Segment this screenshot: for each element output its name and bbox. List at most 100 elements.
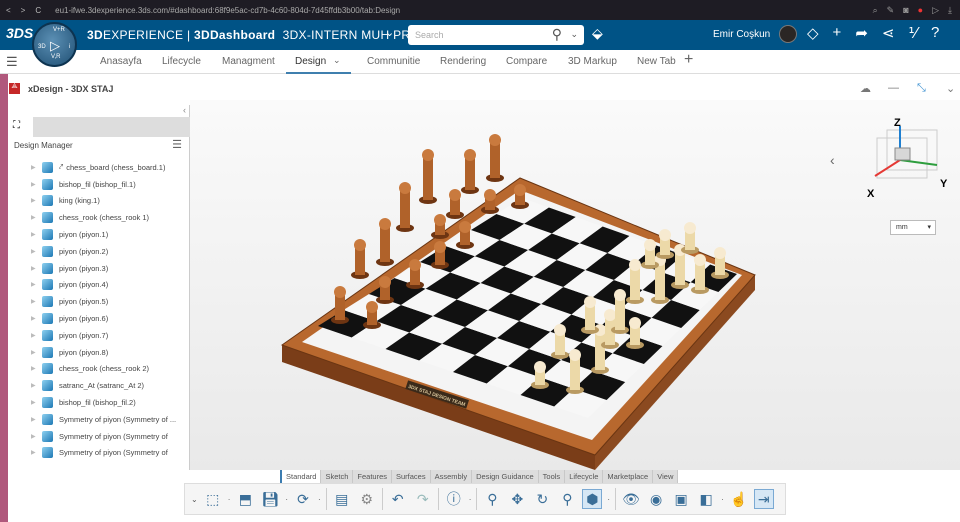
tab-communitie[interactable]: Communitie (367, 56, 420, 67)
forward-icon[interactable]: > (21, 6, 26, 15)
tree-tab-icon[interactable]: ⛶ (8, 117, 33, 137)
help-icon[interactable]: ⓘ (444, 489, 464, 509)
command-tab[interactable]: Assembly (430, 470, 473, 483)
open-icon[interactable]: ⬒ (235, 489, 255, 509)
tab-design[interactable]: Design (286, 56, 351, 74)
notification-icon[interactable]: ◇ (807, 24, 819, 42)
search-input[interactable]: Search ⚲ ⌄ (408, 25, 584, 45)
expand-icon[interactable]: ▶ (31, 399, 42, 406)
expand-icon[interactable]: ▶ (31, 281, 42, 288)
visibility-icon[interactable]: 👁︎ (621, 489, 641, 509)
zoom-icon[interactable]: ⚲ (557, 489, 577, 509)
display-settings-icon[interactable]: ▣ (671, 489, 691, 509)
expand-icon[interactable]: ▶ (31, 265, 42, 272)
collapse-panel-icon[interactable]: ‹ (183, 105, 186, 115)
tree-item[interactable]: ▶ piyon (piyon.5) (8, 293, 190, 310)
settings-icon[interactable]: ⚙ (357, 489, 377, 509)
tree-item[interactable]: ▶ ⤤ chess_board (chess_board.1) (8, 159, 190, 176)
zoom-icon[interactable]: ⌕ (873, 5, 878, 16)
tab-new-tab[interactable]: New Tab (637, 56, 676, 67)
expand-icon[interactable]: ▶ (31, 298, 42, 305)
command-tab[interactable]: View (653, 470, 679, 483)
search-icon[interactable]: ⚲ (552, 26, 562, 43)
expand-icon[interactable]: ▶ (31, 197, 42, 204)
tree-item[interactable]: ▶ piyon (piyon.7) (8, 327, 190, 344)
tag-icon[interactable]: ⬙ (592, 25, 603, 42)
command-tab[interactable]: Marketplace (603, 470, 654, 483)
menu-icon[interactable]: ☰ (6, 54, 18, 70)
command-tab[interactable]: Tools (538, 470, 566, 483)
pan-icon[interactable]: ✥ (507, 489, 527, 509)
select-icon[interactable]: ☝ (729, 489, 749, 509)
units-select[interactable]: mm ▾ (890, 220, 936, 235)
view-cube-icon[interactable]: ⬢ (582, 489, 603, 509)
tab-anasayfa[interactable]: Anasayfa (100, 56, 142, 67)
tree-item[interactable]: ▶ piyon (piyon.8) (8, 344, 190, 361)
expand-icon[interactable]: ▶ (31, 181, 42, 188)
back-icon[interactable]: < (6, 6, 11, 15)
tree-item[interactable]: ▶ chess_rook (chess_rook 2) (8, 361, 190, 378)
expand-icon[interactable]: ▶ (31, 449, 42, 456)
tree-item[interactable]: ▶ piyon (piyon.3) (8, 260, 190, 277)
render-settings-icon[interactable]: ◉ (646, 489, 666, 509)
expand-icon[interactable]: ▶ (31, 214, 42, 221)
section-view-icon[interactable]: ◧ (696, 489, 716, 509)
command-tab[interactable]: Design Guidance (472, 470, 539, 483)
expand-icon[interactable]: ▶ (31, 332, 42, 339)
exit-view-icon[interactable]: ⇥ (753, 489, 774, 509)
tree-item[interactable]: ▶ satranc_At (satranc_At 2) (8, 377, 190, 394)
chevron-down-icon[interactable]: ⌄ (333, 55, 341, 66)
compass-apps-icon[interactable]: ⅟ (908, 24, 917, 42)
expand-icon[interactable]: ▶ (31, 416, 42, 423)
tree-item[interactable]: ▶ piyon (piyon.4) (8, 277, 190, 294)
chevron-down-icon[interactable]: ⌄ (570, 29, 578, 40)
command-tab[interactable]: Sketch (321, 470, 354, 483)
add-icon[interactable]: + (833, 24, 842, 42)
expand-icon[interactable]: ▶ (31, 349, 42, 356)
shield-icon[interactable]: ● (918, 5, 923, 16)
properties-icon[interactable]: ▤ (332, 489, 352, 509)
collapse-icon[interactable]: ⤡ (917, 82, 926, 95)
expand-icon[interactable]: ▶ (31, 382, 42, 389)
tree-item[interactable]: ▶ chess_rook (chess_rook 1) (8, 209, 190, 226)
command-tab[interactable]: Standard (280, 470, 322, 483)
expand-icon[interactable]: ▶ (31, 248, 42, 255)
tab-lifecycle[interactable]: Lifecycle (162, 56, 201, 67)
edit-icon[interactable]: ✎ (887, 5, 895, 16)
tree-item[interactable]: ▶ bishop_fil (bishop_fil.2) (8, 394, 190, 411)
share-icon[interactable]: ➦ (855, 24, 868, 42)
user-name[interactable]: Emir Coşkun (713, 29, 770, 40)
menu-icon[interactable]: ☰ (172, 138, 182, 151)
command-tab[interactable]: Surfaces (392, 470, 431, 483)
tab-3d-markup[interactable]: 3D Markup (568, 56, 617, 67)
expand-icon[interactable]: ▶ (31, 231, 42, 238)
tree-item[interactable]: ▶ piyon (piyon.6) (8, 310, 190, 327)
rotate-icon[interactable]: ↻ (532, 489, 552, 509)
minimize-icon[interactable]: — (888, 82, 899, 94)
chevron-down-icon[interactable]: ⌄ (946, 82, 955, 95)
save-icon[interactable]: 💾︎ (260, 489, 280, 509)
chevron-left-icon[interactable]: ‹ (830, 152, 835, 168)
add-tab-icon[interactable]: + (684, 51, 693, 69)
tree-item[interactable]: ▶ Symmetry of piyon (Symmetry of ... (8, 411, 190, 428)
undo-icon[interactable]: ↶ (388, 489, 408, 509)
reload-icon[interactable]: C (35, 6, 41, 15)
redo-icon[interactable]: ↷ (413, 489, 433, 509)
tab-managment[interactable]: Managment (222, 56, 275, 67)
expand-icon[interactable]: ▶ (31, 315, 42, 322)
tab-compare[interactable]: Compare (506, 56, 547, 67)
cloud-icon[interactable]: ☁ (860, 82, 871, 95)
tree-item[interactable]: ▶ Symmetry of piyon (Symmetry of (8, 428, 190, 445)
expand-icon[interactable]: ▶ (31, 365, 42, 372)
network-icon[interactable]: ⋖ (882, 24, 895, 42)
compass[interactable]: V+R 3D i V,R ▷ (32, 22, 77, 67)
toolbar-collapse-icon[interactable]: ⌄ (191, 495, 198, 504)
avatar[interactable] (779, 25, 797, 43)
download-icon[interactable]: ⤓ (948, 5, 952, 16)
expand-icon[interactable]: ▶ (31, 164, 42, 171)
new-part-icon[interactable]: ⬚ (203, 489, 223, 509)
tree-item[interactable]: ▶ piyon (piyon.1) (8, 226, 190, 243)
tree-item[interactable]: ▶ piyon (piyon.2) (8, 243, 190, 260)
camera-icon[interactable]: ◙ (903, 5, 908, 16)
dashboard-dropdown-icon[interactable]: ⌄ (385, 26, 394, 39)
